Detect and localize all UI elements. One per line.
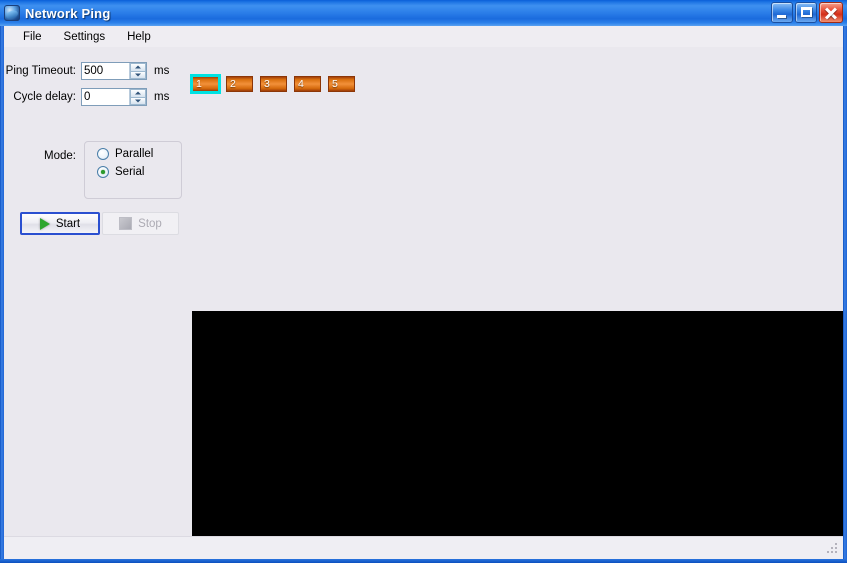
- cycle-delay-spinbox[interactable]: [81, 88, 147, 106]
- mode-label: Mode:: [44, 150, 76, 162]
- cycle-delay-decrement-button[interactable]: [130, 97, 146, 105]
- menu-item-help[interactable]: Help: [116, 29, 162, 45]
- menu-bar: File Settings Help: [4, 26, 843, 47]
- ping-timeout-label: Ping Timeout:: [5, 65, 76, 77]
- client-area: File Settings Help Ping Timeout: ms Cycl…: [4, 26, 843, 559]
- close-icon: [820, 3, 842, 22]
- host-button-1-label: 1: [196, 77, 202, 90]
- ping-timeout-increment-button[interactable]: [130, 63, 146, 72]
- ping-timeout-unit: ms: [154, 65, 170, 77]
- stop-button-label: Stop: [138, 217, 162, 230]
- ping-timeout-input[interactable]: [82, 63, 129, 79]
- cycle-delay-input[interactable]: [82, 89, 129, 105]
- cycle-delay-increment-button[interactable]: [130, 89, 146, 98]
- window-border-bottom: [0, 559, 847, 563]
- window-controls: [771, 2, 843, 23]
- close-button[interactable]: [819, 2, 843, 23]
- mode-option-parallel-label: Parallel: [115, 148, 154, 160]
- host-button-4[interactable]: 4: [294, 76, 321, 92]
- radio-serial-icon[interactable]: [97, 166, 109, 178]
- cycle-delay-unit: ms: [154, 91, 170, 103]
- menu-item-settings[interactable]: Settings: [53, 29, 117, 45]
- application-window: Network Ping File Settings Help Ping Tim…: [0, 0, 847, 563]
- host-button-5-label: 5: [332, 77, 338, 90]
- mode-group: Parallel Serial: [84, 141, 182, 199]
- menu-item-file[interactable]: File: [12, 29, 53, 45]
- maximize-button[interactable]: [795, 2, 817, 23]
- ping-timeout-row: Ping Timeout: ms: [4, 62, 169, 80]
- host-button-3[interactable]: 3: [260, 76, 287, 92]
- host-button-2[interactable]: 2: [226, 76, 253, 92]
- play-icon: [39, 217, 50, 230]
- ping-timeout-spin-arrows: [129, 63, 146, 79]
- host-button-3-label: 3: [264, 77, 270, 90]
- host-button-strip: 1 2 3 4 5: [190, 74, 355, 94]
- console-output[interactable]: [192, 311, 843, 536]
- start-button[interactable]: Start: [20, 212, 100, 235]
- status-bar: [4, 536, 843, 559]
- ping-timeout-spinbox[interactable]: [81, 62, 147, 80]
- window-title: Network Ping: [25, 5, 111, 21]
- window-border-right: [843, 26, 847, 563]
- stop-square-icon: [119, 217, 133, 230]
- host-button-5[interactable]: 5: [328, 76, 355, 92]
- minimize-icon: [777, 15, 786, 18]
- resize-grip-icon[interactable]: [826, 542, 840, 556]
- host-button-2-label: 2: [230, 77, 236, 90]
- minimize-button[interactable]: [771, 2, 793, 23]
- mode-option-serial[interactable]: Serial: [97, 166, 181, 178]
- maximize-icon: [801, 7, 812, 17]
- stop-button[interactable]: Stop: [102, 212, 179, 235]
- start-button-label: Start: [55, 217, 81, 230]
- app-globe-icon: [4, 5, 20, 21]
- host-button-1[interactable]: 1: [190, 74, 221, 94]
- host-button-4-label: 4: [298, 77, 304, 90]
- mode-option-serial-label: Serial: [115, 166, 145, 178]
- cycle-delay-label: Cycle delay:: [13, 91, 76, 103]
- title-bar[interactable]: Network Ping: [0, 0, 847, 26]
- cycle-delay-row: Cycle delay: ms: [4, 88, 169, 106]
- ping-timeout-decrement-button[interactable]: [130, 71, 146, 79]
- mode-option-parallel[interactable]: Parallel: [97, 148, 181, 160]
- cycle-delay-spin-arrows: [129, 89, 146, 105]
- radio-parallel-icon[interactable]: [97, 148, 109, 160]
